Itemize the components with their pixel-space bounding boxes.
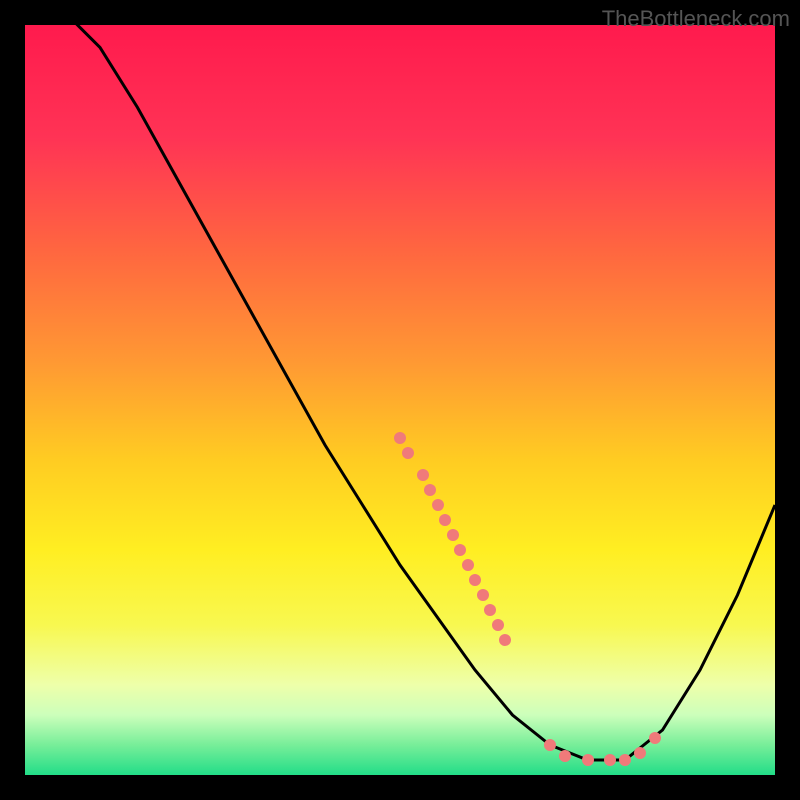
chart-area [25,25,775,775]
data-point [394,432,406,444]
curve-line [25,25,775,775]
data-point [424,484,436,496]
data-point [492,619,504,631]
data-point [559,750,571,762]
data-point [634,747,646,759]
data-point [447,529,459,541]
data-point [649,732,661,744]
data-point [619,754,631,766]
data-point [439,514,451,526]
data-point [582,754,594,766]
data-point [477,589,489,601]
data-point [462,559,474,571]
data-point [484,604,496,616]
watermark-text: TheBottleneck.com [602,6,790,32]
data-point [604,754,616,766]
data-point [402,447,414,459]
data-point [432,499,444,511]
data-point [499,634,511,646]
data-point [544,739,556,751]
data-point [454,544,466,556]
data-point [469,574,481,586]
data-point [417,469,429,481]
